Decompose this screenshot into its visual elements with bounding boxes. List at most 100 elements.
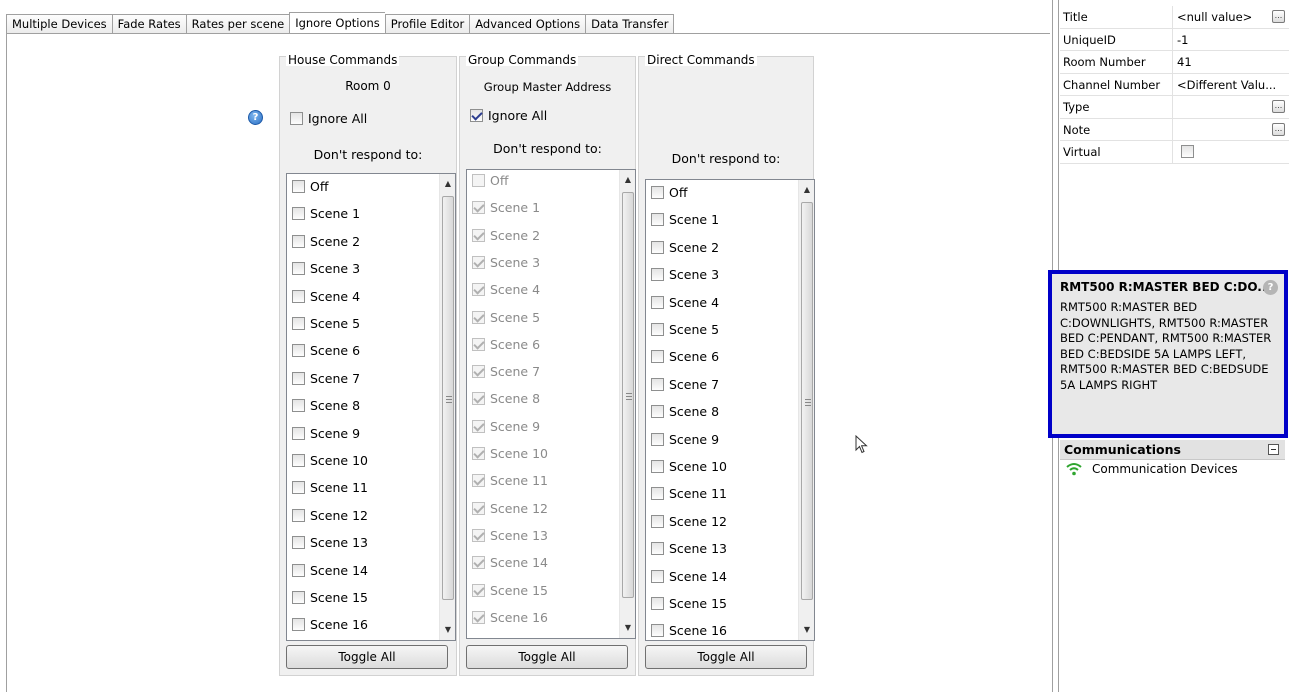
house-scene-item[interactable]: Scene 2: [292, 234, 360, 249]
direct-scene-item[interactable]: Scene 16: [651, 623, 727, 638]
direct-scene-item[interactable]: Scene 8: [651, 404, 719, 419]
house-scene-checkbox[interactable]: [292, 180, 305, 193]
group-scene-item[interactable]: Scene 6: [472, 337, 540, 352]
house-scene-checkbox[interactable]: [292, 536, 305, 550]
property-row-channel-number[interactable]: Channel Number <Different Valu...: [1060, 73, 1289, 96]
tab-profile-editor[interactable]: Profile Editor: [384, 14, 470, 34]
tab-multiple-devices[interactable]: Multiple Devices: [6, 14, 112, 34]
house-scene-item[interactable]: Scene 7: [292, 371, 360, 386]
group-scene-checkbox[interactable]: [472, 419, 485, 433]
scroll-down-arrow-icon[interactable]: ▼: [799, 622, 815, 638]
direct-scene-checkbox[interactable]: [651, 460, 664, 473]
group-scene-item[interactable]: Off: [472, 173, 508, 188]
group-scene-item[interactable]: Scene 2: [472, 228, 540, 243]
property-row-uniqueid[interactable]: UniqueID -1: [1060, 28, 1289, 51]
direct-toggle-all-button[interactable]: Toggle All: [645, 645, 807, 669]
scroll-up-arrow-icon[interactable]: ▲: [799, 182, 815, 198]
group-scene-item[interactable]: Scene 16: [472, 610, 548, 625]
group-scene-checkbox[interactable]: [472, 255, 485, 269]
scroll-up-arrow-icon[interactable]: ▲: [620, 172, 636, 188]
direct-scene-item[interactable]: Scene 15: [651, 596, 727, 611]
group-scene-list[interactable]: Off Scene 1 Scene 2 Scene 3 Scene 4 Scene 5 Sc…: [466, 169, 636, 639]
direct-scene-checkbox[interactable]: [651, 569, 664, 583]
house-scene-item[interactable]: Scene 1: [292, 206, 360, 221]
virtual-checkbox[interactable]: [1181, 145, 1194, 158]
group-toggle-all-button[interactable]: Toggle All: [466, 645, 628, 669]
house-scene-checkbox[interactable]: [292, 371, 305, 385]
group-scene-checkbox[interactable]: [472, 447, 485, 460]
house-scene-checkbox[interactable]: [292, 426, 305, 440]
property-value[interactable]: <Different Valu...: [1173, 74, 1289, 96]
group-scene-item[interactable]: Scene 7: [472, 364, 540, 379]
direct-scene-item[interactable]: Scene 10: [651, 459, 727, 474]
group-scene-item[interactable]: Scene 9: [472, 419, 540, 434]
group-scene-item[interactable]: Scene 5: [472, 310, 540, 325]
direct-scene-checkbox[interactable]: [651, 542, 664, 556]
property-row-virtual[interactable]: Virtual: [1060, 141, 1289, 164]
direct-scene-list[interactable]: Off Scene 1 Scene 2 Scene 3 Scene 4 Scene 5 Sc…: [645, 179, 815, 641]
ellipsis-button-icon[interactable]: ...: [1272, 122, 1285, 136]
group-scene-item[interactable]: Scene 14: [472, 555, 548, 570]
tab-ignore-options[interactable]: Ignore Options: [289, 12, 385, 34]
property-value[interactable]: [1173, 141, 1289, 163]
group-ignore-all-checkbox[interactable]: Ignore All: [470, 108, 547, 123]
property-value[interactable]: 41: [1173, 51, 1289, 73]
property-value[interactable]: <null value>...: [1173, 6, 1289, 28]
house-scene-checkbox[interactable]: [292, 618, 305, 632]
house-scene-item[interactable]: Scene 16: [292, 617, 368, 632]
house-scene-checkbox[interactable]: [292, 454, 305, 467]
group-scene-checkbox[interactable]: [472, 337, 485, 351]
group-scene-item[interactable]: Scene 4: [472, 282, 540, 297]
group-scene-item[interactable]: Scene 13: [472, 528, 548, 543]
group-scroll-thumb[interactable]: [622, 192, 634, 598]
communication-devices-item[interactable]: Communication Devices: [1066, 462, 1238, 476]
direct-scene-item[interactable]: Scene 9: [651, 432, 719, 447]
property-value[interactable]: -1: [1173, 29, 1289, 51]
group-scene-checkbox[interactable]: [472, 583, 485, 597]
group-scene-item[interactable]: Scene 15: [472, 583, 548, 598]
property-row-title[interactable]: Title <null value>...: [1060, 6, 1289, 29]
info-help-icon[interactable]: ?: [1263, 280, 1278, 295]
tab-rates-per-scene[interactable]: Rates per scene: [185, 14, 290, 34]
direct-scene-item[interactable]: Scene 14: [651, 569, 727, 584]
house-scene-list[interactable]: Off Scene 1 Scene 2 Scene 3 Scene 4 Scene 5 Sc…: [286, 173, 456, 641]
house-ignore-all-box[interactable]: [290, 112, 303, 125]
minimize-icon[interactable]: [1268, 444, 1279, 455]
direct-scene-checkbox[interactable]: [651, 514, 664, 528]
group-scene-item[interactable]: Scene 12: [472, 501, 548, 516]
direct-scene-checkbox[interactable]: [651, 377, 664, 391]
group-scene-checkbox[interactable]: [472, 610, 485, 624]
house-toggle-all-button[interactable]: Toggle All: [286, 645, 448, 669]
group-scene-checkbox[interactable]: [472, 392, 485, 406]
direct-scene-checkbox[interactable]: [651, 186, 664, 199]
group-ignore-all-box[interactable]: [470, 109, 483, 122]
group-scene-checkbox[interactable]: [472, 474, 485, 488]
group-scene-checkbox[interactable]: [472, 556, 485, 570]
house-scene-item[interactable]: Scene 13: [292, 535, 368, 550]
direct-scene-item[interactable]: Scene 1: [651, 212, 719, 227]
scroll-up-arrow-icon[interactable]: ▲: [440, 176, 456, 192]
group-scene-checkbox[interactable]: [472, 283, 485, 297]
house-scene-checkbox[interactable]: [292, 207, 305, 221]
house-scene-checkbox[interactable]: [292, 563, 305, 577]
house-scene-item[interactable]: Scene 9: [292, 426, 360, 441]
direct-scene-item[interactable]: Scene 7: [651, 377, 719, 392]
group-scene-checkbox[interactable]: [472, 501, 485, 515]
property-row-note[interactable]: Note...: [1060, 118, 1289, 141]
house-scene-checkbox[interactable]: [292, 591, 305, 604]
group-scene-item[interactable]: Scene 11: [472, 473, 548, 488]
direct-scene-item[interactable]: Off: [651, 185, 687, 200]
house-scene-item[interactable]: Scene 11: [292, 480, 368, 495]
direct-scene-item[interactable]: Scene 11: [651, 486, 727, 501]
property-value[interactable]: ...: [1173, 119, 1289, 141]
house-scene-checkbox[interactable]: [292, 289, 305, 303]
group-scene-checkbox[interactable]: [472, 310, 485, 324]
property-row-type[interactable]: Type...: [1060, 96, 1289, 119]
group-scene-checkbox[interactable]: [472, 365, 485, 379]
group-scene-item[interactable]: Scene 1: [472, 200, 540, 215]
direct-scene-checkbox[interactable]: [651, 597, 664, 610]
direct-scene-item[interactable]: Scene 12: [651, 514, 727, 529]
house-list-scrollbar[interactable]: ▲ ▼: [439, 174, 455, 640]
group-scene-item[interactable]: Scene 10: [472, 446, 548, 461]
help-icon[interactable]: ?: [248, 110, 263, 125]
